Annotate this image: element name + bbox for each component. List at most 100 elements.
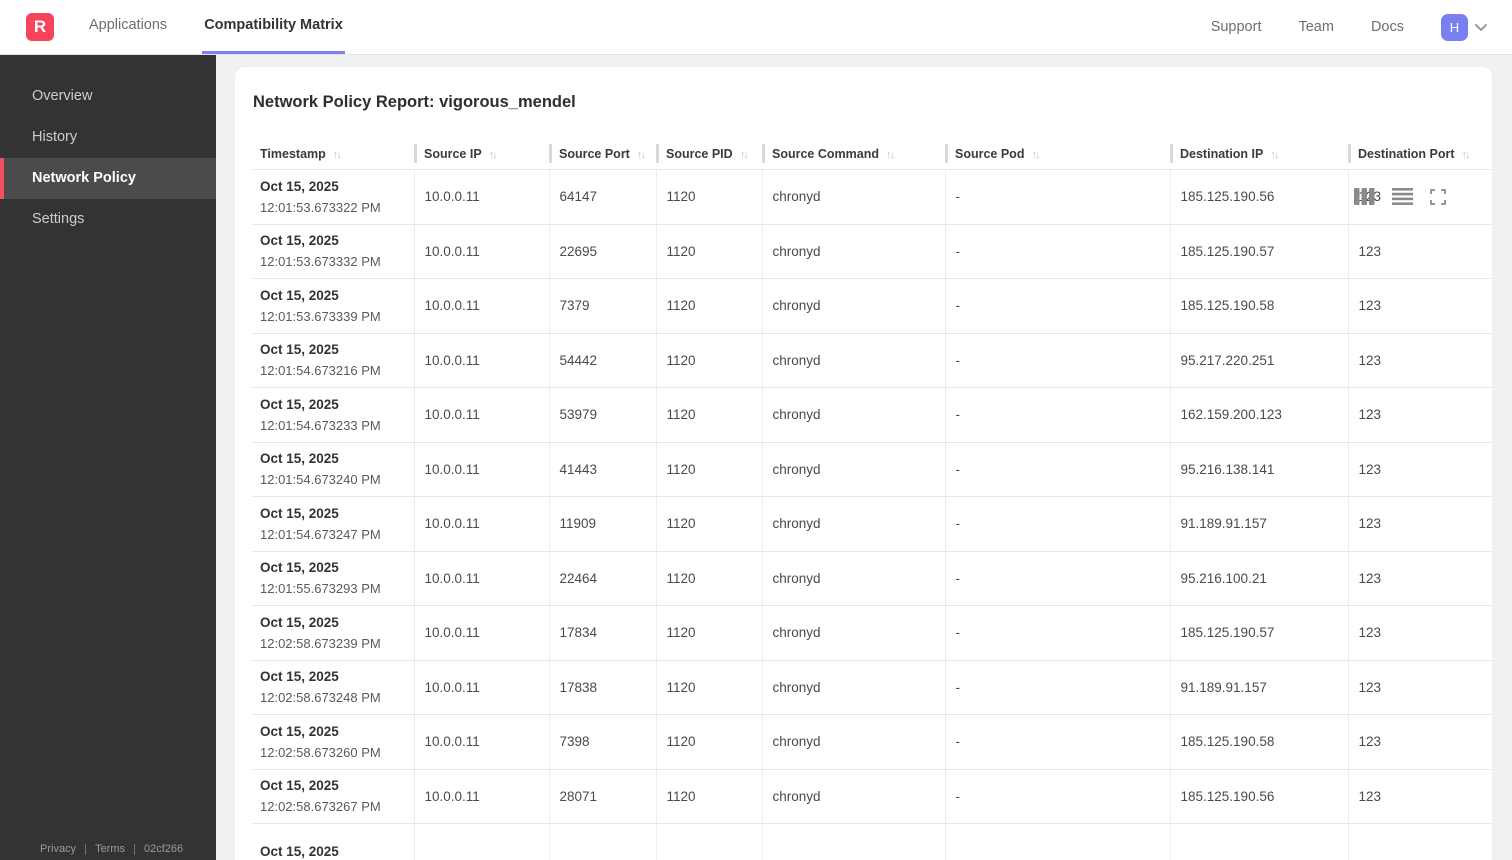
cell-source_command: chronyd: [761, 387, 945, 442]
sort-icon[interactable]: ↑↓: [886, 149, 895, 161]
cell-timestamp: Oct 15, 2025 12:02:58.673248 PM: [252, 659, 414, 715]
cell-dest_ip: 162.159.200.123: [1169, 387, 1348, 442]
column-header-dest_port[interactable]: Destination Port ↑↓: [1348, 143, 1492, 170]
cell-timestamp: Oct 15, 2025: [252, 823, 414, 860]
cell-source_command: chronyd: [761, 496, 945, 551]
column-header-source_pid[interactable]: Source PID ↑↓: [656, 143, 762, 170]
timestamp-date: Oct 15, 2025: [260, 342, 339, 358]
cell-source_pid: 1120: [655, 550, 762, 606]
column-header-dest_ip[interactable]: Destination IP ↑↓: [1170, 143, 1348, 170]
cell-timestamp: Oct 15, 2025 12:01:54.673247 PM: [252, 496, 414, 551]
timestamp-time: 12:01:54.673233 PM: [260, 417, 381, 433]
privacy-link[interactable]: Privacy: [40, 843, 76, 855]
table-row: Oct 15, 2025 12:01:54.673216 PM 10.0.0.11 5…: [252, 332, 1492, 388]
table-row: Oct 15, 2025 12:01:53.673322 PM 10.0.0.11 6…: [252, 169, 1492, 224]
timestamp-date: Oct 15, 2025: [260, 233, 339, 249]
timestamp-time: 12:01:54.673216 PM: [260, 363, 381, 379]
cell-source_ip: 10.0.0.11: [413, 496, 549, 551]
cell-source_command: chronyd: [761, 768, 945, 824]
table-row: Oct 15, 2025 12:02:58.673260 PM 10.0.0.11 7…: [252, 714, 1492, 769]
cell-source_pod: -: [944, 278, 1170, 333]
cell-source_pod: -: [944, 496, 1170, 551]
page-title: Network Policy Report: vigorous_mendel: [253, 93, 576, 111]
cell-source_pod: -: [944, 441, 1170, 497]
cell-source_ip: [413, 823, 549, 860]
sort-icon[interactable]: ↑↓: [333, 149, 342, 161]
sort-icon[interactable]: ↑↓: [1462, 149, 1471, 161]
app-logo[interactable]: R: [26, 13, 54, 41]
cell-source_command: chronyd: [761, 223, 945, 279]
cell-dest_ip: 185.125.190.56: [1169, 768, 1348, 824]
cell-source_pod: -: [944, 659, 1170, 715]
columns-view-icon[interactable]: [1354, 188, 1375, 205]
column-header-timestamp[interactable]: Timestamp ↑↓: [252, 143, 414, 170]
nav-link-support[interactable]: Support: [1211, 19, 1262, 35]
column-label: Source PID: [666, 147, 733, 161]
column-header-source_command[interactable]: Source Command ↑↓: [762, 143, 945, 170]
cell-dest_ip: 95.216.138.141: [1169, 441, 1348, 497]
cell-source_ip: 10.0.0.11: [413, 387, 549, 442]
nav-link-docs[interactable]: Docs: [1371, 19, 1404, 35]
timestamp-date: Oct 15, 2025: [260, 560, 339, 576]
column-header-source_port[interactable]: Source Port ↑↓: [549, 143, 656, 170]
avatar[interactable]: H: [1441, 13, 1468, 41]
cell-source_command: chronyd: [761, 605, 945, 660]
cell-dest_port: 123: [1347, 387, 1492, 442]
fullscreen-icon[interactable]: [1430, 188, 1446, 205]
cell-source_port: 11909: [548, 496, 656, 551]
chevron-down-icon[interactable]: [1474, 23, 1488, 32]
cell-dest_ip: 185.125.190.57: [1169, 605, 1348, 660]
cell-source_command: chronyd: [761, 550, 945, 606]
cell-source_command: chronyd: [761, 332, 945, 388]
table-row: Oct 15, 2025 12:01:53.673339 PM 10.0.0.11 7…: [252, 278, 1492, 333]
tab-applications[interactable]: Applications: [87, 0, 169, 54]
sidebar-item-network-policy[interactable]: Network Policy: [0, 158, 216, 199]
cell-source_command: chronyd: [761, 278, 945, 333]
column-label: Source Port: [559, 147, 630, 161]
column-header-source_ip[interactable]: Source IP ↑↓: [414, 143, 549, 170]
cell-source_pid: 1120: [655, 496, 762, 551]
nav-link-team[interactable]: Team: [1298, 19, 1333, 35]
report-card: Network Policy Report: vigorous_mendel T…: [235, 67, 1492, 860]
cell-source_pod: -: [944, 768, 1170, 824]
cell-timestamp: Oct 15, 2025 12:01:53.673322 PM: [252, 169, 414, 224]
cell-source_port: 22695: [548, 223, 656, 279]
cell-source_command: chronyd: [761, 169, 945, 224]
cell-dest_port: 123: [1347, 441, 1492, 497]
cell-dest_ip: 91.189.91.157: [1169, 496, 1348, 551]
sidebar-item-overview[interactable]: Overview: [0, 76, 216, 117]
timestamp-time: 12:02:58.673267 PM: [260, 799, 381, 815]
table-row: Oct 15, 2025 12:01:54.673233 PM 10.0.0.11 5…: [252, 387, 1492, 442]
footer-divider: [134, 843, 136, 855]
nav-right: Support Team Docs H: [1211, 0, 1512, 54]
timestamp-time: 12:01:54.673247 PM: [260, 526, 381, 542]
sidebar-item-settings[interactable]: Settings: [0, 199, 216, 240]
cell-source_port: 53979: [548, 387, 656, 442]
sort-icon[interactable]: ↑↓: [740, 149, 749, 161]
cell-source_command: chronyd: [761, 441, 945, 497]
timestamp-date: Oct 15, 2025: [260, 723, 339, 739]
sort-icon[interactable]: ↑↓: [1031, 149, 1040, 161]
timestamp-date: Oct 15, 2025: [260, 396, 339, 412]
terms-link[interactable]: Terms: [95, 843, 125, 855]
cell-source_pod: -: [944, 223, 1170, 279]
cell-source_ip: 10.0.0.11: [413, 278, 549, 333]
column-header-source_pod[interactable]: Source Pod ↑↓: [945, 143, 1170, 170]
sort-icon[interactable]: ↑↓: [1270, 149, 1279, 161]
sort-icon[interactable]: ↑↓: [489, 149, 498, 161]
sidebar-item-history[interactable]: History: [0, 117, 216, 158]
tab-compatibility-matrix[interactable]: Compatibility Matrix: [202, 0, 345, 54]
cell-timestamp: Oct 15, 2025 12:02:58.673267 PM: [252, 768, 414, 824]
cell-source_port: 41443: [548, 441, 656, 497]
cell-source_pod: -: [944, 605, 1170, 660]
timestamp-date: Oct 15, 2025: [260, 778, 339, 794]
main-area: Network Policy Report: vigorous_mendel T…: [216, 55, 1512, 860]
cell-source_pod: -: [944, 550, 1170, 606]
sort-icon[interactable]: ↑↓: [637, 149, 646, 161]
rows-view-icon[interactable]: [1392, 188, 1413, 205]
cell-source_pod: -: [944, 714, 1170, 769]
table-row: Oct 15, 2025 12:02:58.673248 PM 10.0.0.11 1…: [252, 659, 1492, 715]
cell-source_pod: -: [944, 387, 1170, 442]
cell-dest_port: 123: [1347, 496, 1492, 551]
cell-source_pid: 1120: [655, 332, 762, 388]
